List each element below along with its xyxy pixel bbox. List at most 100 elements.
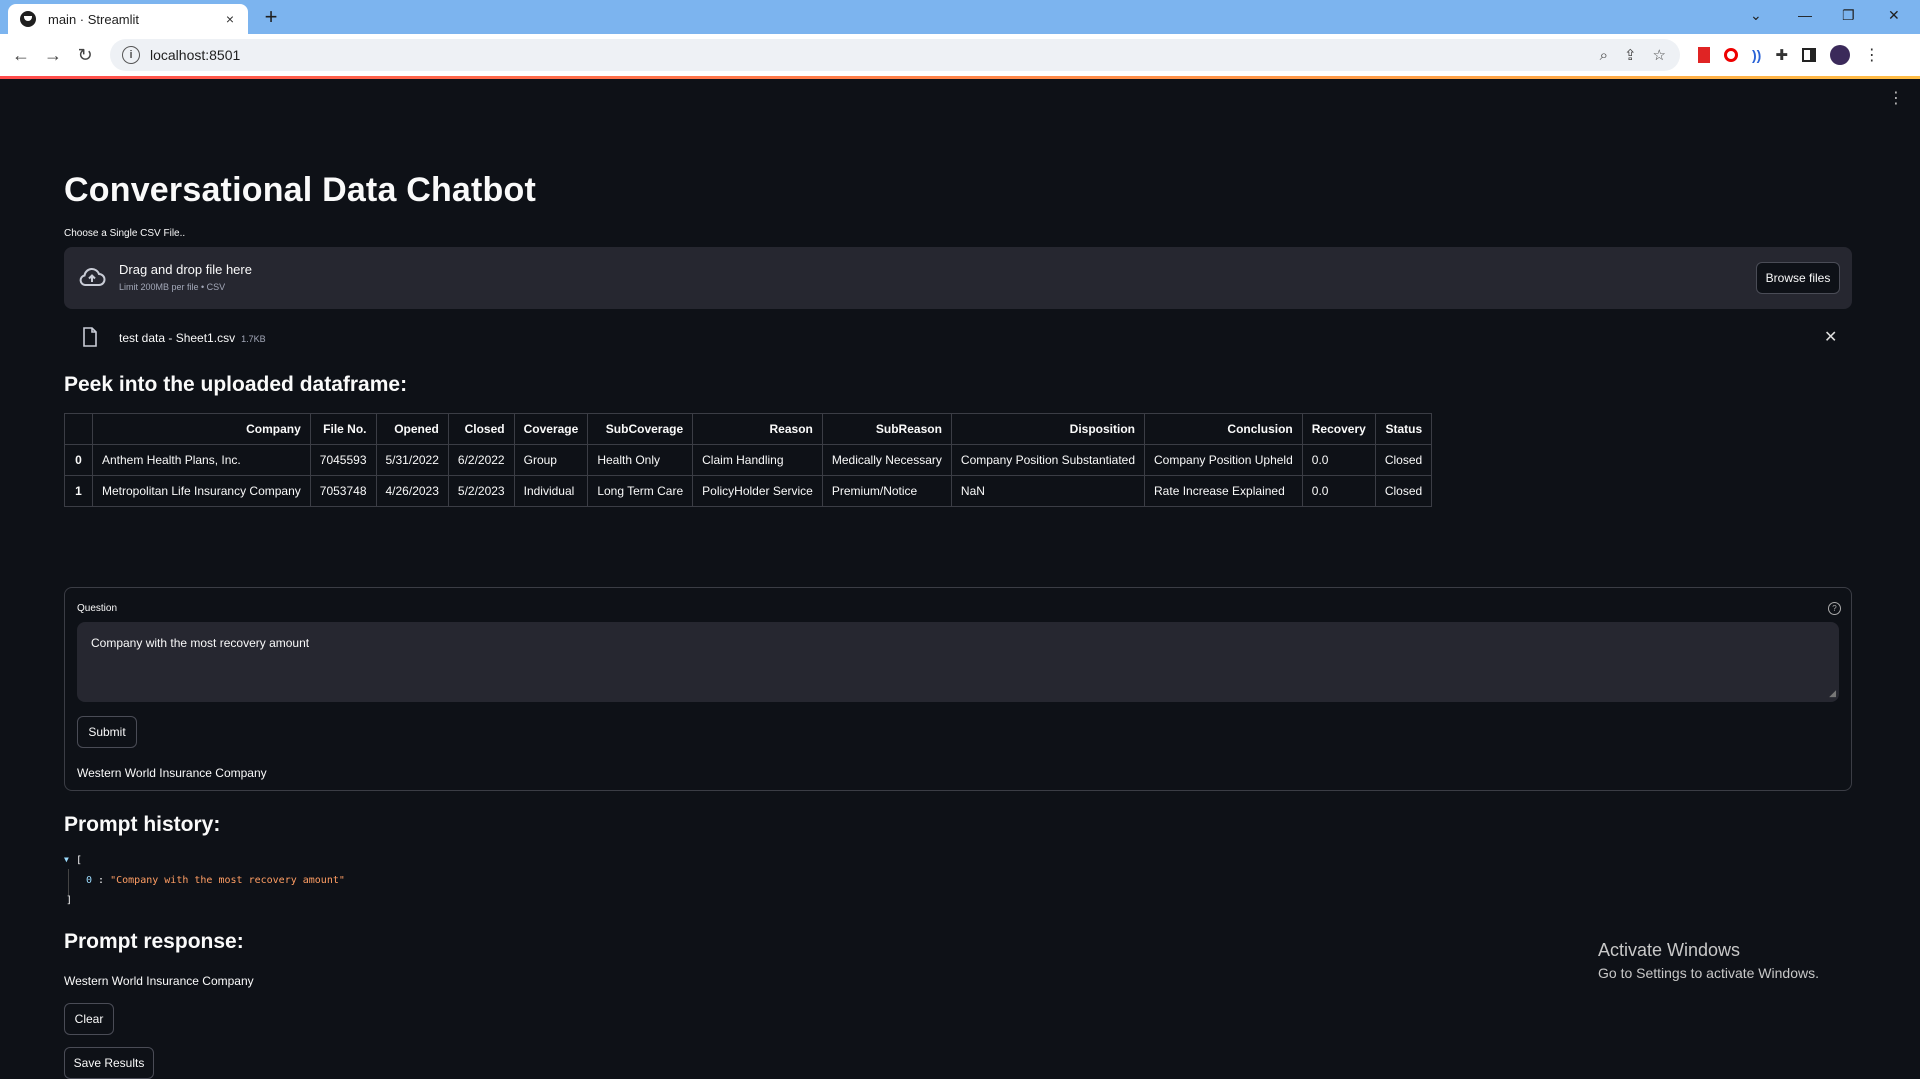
resize-handle-icon[interactable]: ◢ [1829,688,1836,699]
table-cell: Metropolitan Life Insurancy Company [92,475,311,507]
table-cell: 5/2/2023 [447,475,515,507]
column-header[interactable]: SubCoverage [587,413,694,445]
answer-text: Western World Insurance Company [77,766,267,780]
clear-button[interactable]: Clear [64,1003,114,1035]
restore-icon[interactable]: ❐ [1842,0,1855,30]
file-size: 1.7KB [241,334,266,344]
column-header[interactable]: Opened [375,413,449,445]
limit-text: Limit 200MB per file • CSV [119,282,226,292]
json-entry: 0 : "Company with the most recovery amou… [86,875,345,886]
cloud-upload-icon [79,268,106,286]
file-name: test data - Sheet1.csv 1.7KB [119,331,266,345]
site-info-icon[interactable]: i [122,46,140,64]
question-value[interactable]: Company with the most recovery amount [91,636,309,650]
json-key: 0 [86,875,93,886]
column-header[interactable]: Status [1374,413,1433,445]
json-indent-rail [68,869,69,895]
save-results-button[interactable]: Save Results [64,1047,154,1079]
table-cell: Claim Handling [692,444,823,476]
table-row: 1 Metropolitan Life Insurancy Company 70… [64,475,1433,507]
file-dropzone[interactable]: Drag and drop file here Limit 200MB per … [64,247,1852,309]
table-cell: Health Only [587,444,694,476]
share-icon[interactable]: ⇪ [1624,46,1637,64]
reload-icon[interactable]: ↻ [72,42,98,68]
address-bar[interactable]: i localhost:8501 ⌕ ⇪ ☆ [110,39,1680,71]
table-cell: NaN [950,475,1146,507]
table-cell: 0.0 [1301,444,1376,476]
table-row: 0 Anthem Health Plans, Inc. 7045593 5/31… [64,444,1433,476]
column-header[interactable]: Closed [447,413,515,445]
browser-toolbar: ← → ↻ i localhost:8501 ⌕ ⇪ ☆ )) ✚ ⋮ [0,34,1920,77]
extensions-puzzle-icon[interactable]: ✚ [1775,46,1788,64]
submit-button[interactable]: Submit [77,716,137,748]
table-cell: Premium/Notice [821,475,952,507]
wifi-extension-icon[interactable]: )) [1752,47,1761,63]
activate-subtitle: Go to Settings to activate Windows. [1598,965,1819,981]
extension-red-icon[interactable] [1698,47,1710,63]
table-cell: Rate Increase Explained [1144,475,1303,507]
response-text: Western World Insurance Company [64,974,254,988]
table-cell: Individual [513,475,589,507]
question-textarea[interactable]: Company with the most recovery amount ◢ [77,622,1839,702]
streamlit-favicon-icon [20,11,36,27]
back-icon[interactable]: ← [8,42,34,68]
drop-text: Drag and drop file here [119,262,252,277]
minimize-icon[interactable]: — [1798,0,1812,30]
app-menu-icon[interactable]: ⋮ [1888,88,1904,108]
url-text[interactable]: localhost:8501 [150,47,240,63]
table-cell: 0.0 [1301,475,1376,507]
streamlit-top-decoration [0,76,1920,79]
tab-search-chevron-icon[interactable]: ⌄ [1750,0,1762,30]
peek-heading: Peek into the uploaded dataframe: [64,373,408,396]
opera-icon[interactable] [1724,48,1738,62]
column-header[interactable]: Company [92,413,311,445]
row-index: 1 [64,475,93,507]
close-icon[interactable]: ✕ [1824,327,1837,347]
forward-icon[interactable]: → [40,42,66,68]
table-cell: 7053748 [309,475,377,507]
history-heading: Prompt history: [64,813,221,836]
bookmark-star-icon[interactable]: ☆ [1653,46,1666,64]
tab-close-icon[interactable]: × [220,11,240,27]
table-cell: Company Position Substantiated [950,444,1146,476]
table-cell: Group [513,444,589,476]
table-cell: 7045593 [309,444,377,476]
dataframe-table: Company File No. Opened Closed Coverage … [64,413,1433,507]
column-header[interactable]: Reason [692,413,823,445]
question-form: Question ? Company with the most recover… [64,587,1852,791]
column-header[interactable]: Recovery [1301,413,1376,445]
profile-avatar-icon[interactable] [1829,45,1850,65]
browser-tab-bar: main · Streamlit × + ⌄ — ❐ ✕ [0,0,1920,34]
file-icon [83,327,97,347]
activate-windows-watermark: Activate Windows Go to Settings to activ… [1598,940,1819,981]
window-close-icon[interactable]: ✕ [1888,0,1900,30]
uploaded-file: test data - Sheet1.csv 1.7KB ✕ [64,325,1852,355]
column-header [64,413,93,445]
response-heading: Prompt response: [64,930,244,953]
json-open-bracket: [ [76,855,83,866]
collapse-caret-icon[interactable]: ▼ [64,855,69,864]
uploader-label: Choose a Single CSV File.. [64,228,186,239]
table-cell: 4/26/2023 [375,475,449,507]
question-label: Question [77,603,118,614]
new-tab-button[interactable]: + [258,4,284,30]
column-header[interactable]: SubReason [821,413,952,445]
table-cell: Closed [1374,475,1433,507]
table-header-row: Company File No. Opened Closed Coverage … [64,413,1433,445]
column-header[interactable]: Disposition [950,413,1146,445]
json-close-bracket: ] [66,895,73,906]
help-icon[interactable]: ? [1828,602,1841,615]
zoom-icon[interactable]: ⌕ [1600,47,1608,64]
column-header[interactable]: Conclusion [1144,413,1303,445]
tab-title: main · Streamlit [48,11,140,27]
browser-menu-icon[interactable]: ⋮ [1864,45,1880,65]
side-panel-icon[interactable] [1801,48,1816,62]
browse-files-button[interactable]: Browse files [1756,262,1840,294]
table-cell: Closed [1374,444,1433,476]
column-header[interactable]: Coverage [513,413,589,445]
table-cell: Anthem Health Plans, Inc. [92,444,311,476]
column-header[interactable]: File No. [309,413,377,445]
page-title: Conversational Data Chatbot [64,171,537,209]
row-index: 0 [64,444,93,476]
browser-tab[interactable]: main · Streamlit × [8,4,248,34]
